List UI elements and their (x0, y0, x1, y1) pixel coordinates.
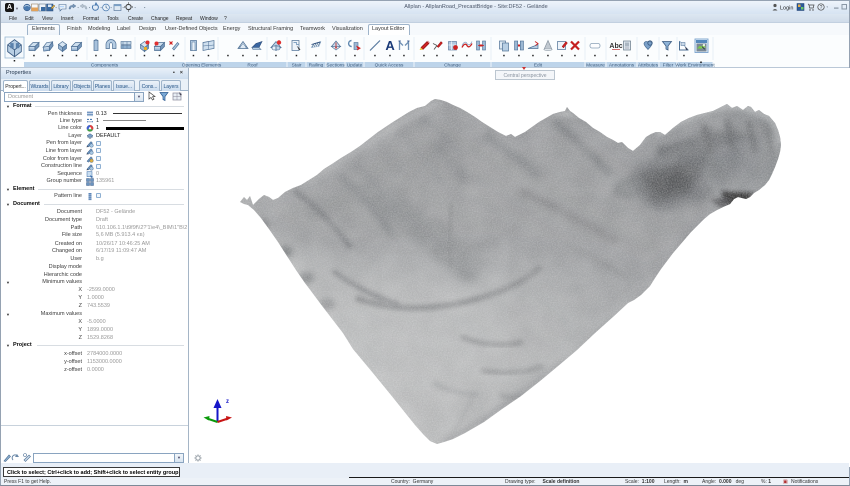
svg-text:Filter: Filter (663, 62, 674, 67)
svg-text:Update: Update (347, 62, 363, 67)
svg-text:Railing: Railing (309, 62, 324, 67)
svg-text:Annotations: Annotations (609, 62, 635, 67)
svg-text:Stair: Stair (292, 62, 302, 67)
svg-text:z: z (226, 399, 229, 405)
svg-text:Change: Change (444, 62, 461, 67)
svg-text:Measure: Measure (586, 62, 605, 67)
svg-text:Work Environment: Work Environment (675, 62, 715, 67)
svg-text:Attributes: Attributes (638, 62, 659, 67)
svg-text:Components: Components (91, 62, 119, 67)
svg-text:A: A (385, 38, 395, 53)
svg-text:Abc: Abc (609, 43, 622, 50)
svg-text:Opening Elements: Opening Elements (182, 62, 222, 67)
svg-text:Quick Access: Quick Access (375, 62, 404, 67)
svg-text:?: ? (820, 5, 823, 11)
svg-text:Edit: Edit (534, 62, 543, 67)
svg-text:Roof: Roof (247, 62, 258, 67)
svg-text:Sections: Sections (326, 62, 345, 67)
svg-text:Login: Login (780, 6, 793, 12)
